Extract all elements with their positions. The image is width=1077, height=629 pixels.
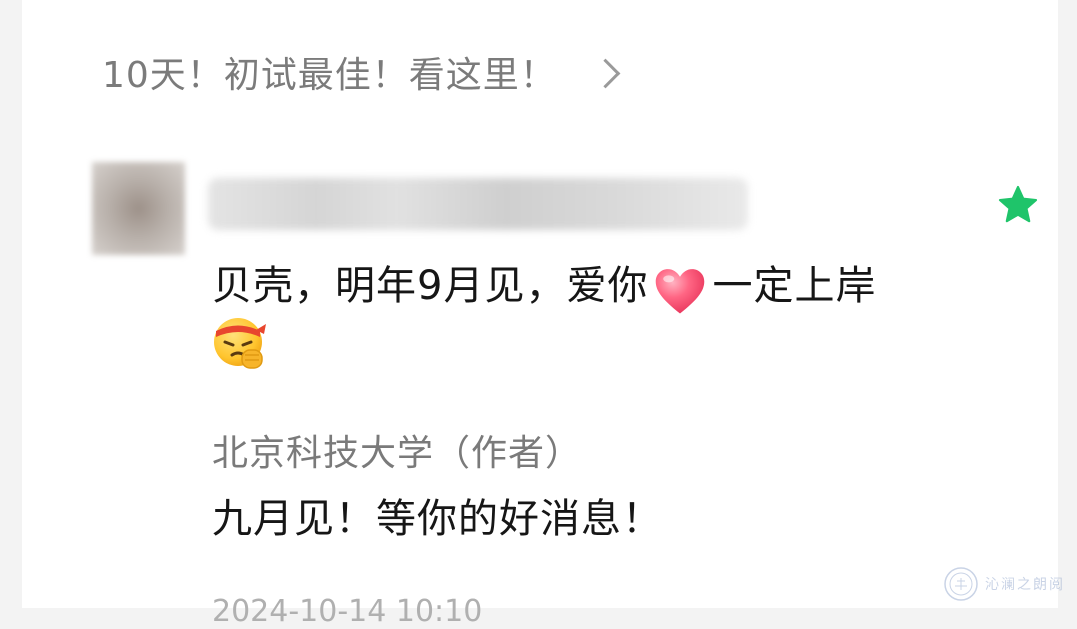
star-icon[interactable] xyxy=(996,183,1040,227)
username-blurred[interactable] xyxy=(208,178,748,230)
reply-text: 九月见！等你的好消息！ xyxy=(212,496,663,542)
watermark-text: 沁澜之朗阅 xyxy=(985,577,1065,593)
comment-text-part2: 一定上岸 xyxy=(712,263,877,309)
heart-emoji-icon xyxy=(656,269,705,314)
article-link-label: 10天！初试最佳！看这里！ xyxy=(102,55,557,96)
reply-author-name[interactable]: 北京科技大学（作者） xyxy=(212,424,582,476)
watermark: 沁澜之朗阅 xyxy=(943,566,1065,602)
comment-text: 贝壳，明年9月见，爱你 一定上岸 xyxy=(212,256,972,316)
comment-text-part1: 贝壳，明年9月见，爱你 xyxy=(212,263,649,309)
seal-icon xyxy=(944,567,978,601)
comment-card: 10天！初试最佳！看这里！ 贝壳，明年9月见，爱你 一定上岸 北京科技大学（作者… xyxy=(22,0,1058,629)
avatar[interactable] xyxy=(92,162,185,255)
determined-face-emoji-icon xyxy=(214,318,266,369)
chevron-right-icon xyxy=(590,58,621,88)
timestamp-partial: 2024-10-14 10:10 xyxy=(212,594,483,629)
article-link[interactable]: 10天！初试最佳！看这里！ xyxy=(102,44,621,100)
